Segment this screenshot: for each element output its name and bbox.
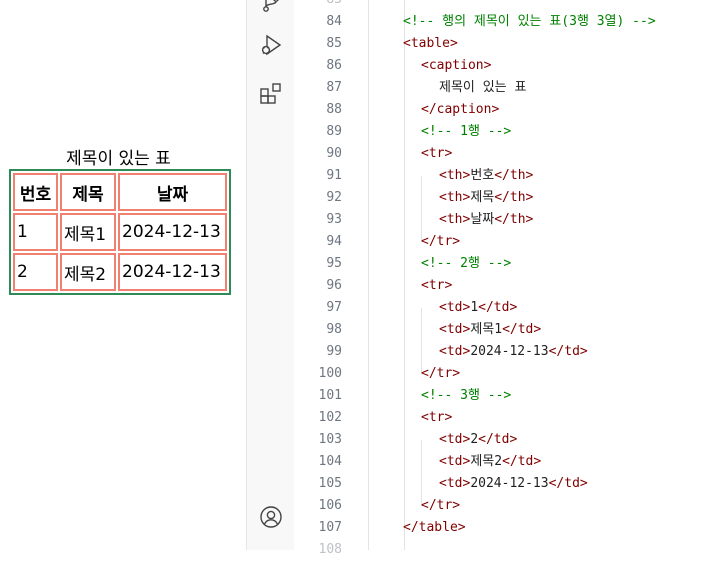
code-line: </caption> <box>421 102 500 117</box>
line-number: 104 <box>318 454 342 469</box>
table-row: 번호 제목 날짜 <box>13 173 227 211</box>
html-preview-pane: 제목이 있는 표 번호 제목 날짜 1 제목1 2024-12-13 2 제목2… <box>0 0 246 550</box>
code-line: <!-- 3행 --> <box>421 388 512 403</box>
line-number: 103 <box>318 432 342 447</box>
code-line: <!-- 행의 제목이 있는 표(3행 3열) --> <box>403 14 656 29</box>
code-line: </tr> <box>421 234 461 249</box>
table-caption: 제목이 있는 표 <box>66 149 171 169</box>
table-cell: 제목2 <box>60 253 116 291</box>
line-number: 107 <box>318 520 342 535</box>
code-line: </tr> <box>421 498 461 513</box>
line-number: 94 <box>326 234 342 249</box>
line-number: 89 <box>326 124 342 139</box>
line-number: 87 <box>326 80 342 95</box>
line-number: 105 <box>318 476 342 491</box>
code-line: <tr> <box>421 410 453 425</box>
code-line: </tr> <box>421 366 461 381</box>
code-line: <td>2</td> <box>439 432 518 447</box>
code-line: <tr> <box>421 278 453 293</box>
code-line: <caption> <box>421 58 492 73</box>
code-line: <table> <box>403 36 458 51</box>
code-line: <th>제목</th> <box>439 190 534 205</box>
code-line: <td>1</td> <box>439 300 518 315</box>
indent-guide <box>404 0 405 550</box>
line-number: 83 <box>294 0 342 11</box>
table-cell: 2 <box>13 253 58 291</box>
preview-table: 번호 제목 날짜 1 제목1 2024-12-13 2 제목2 2024-12-… <box>9 169 231 295</box>
code-line: <th>번호</th> <box>439 168 534 183</box>
code-line: <td>2024-12-13</td> <box>439 344 588 359</box>
table-cell: 2024-12-13 <box>118 213 227 251</box>
source-control-icon[interactable] <box>259 0 283 14</box>
header-cell: 날짜 <box>118 173 227 211</box>
line-number-gutter: 83 84 85 86 87 88 89 90 91 92 93 94 95 96 97 98 99 100 101… <box>294 0 348 557</box>
line-number: 95 <box>326 256 342 271</box>
indent-guide <box>368 0 369 550</box>
table-row: 2 제목2 2024-12-13 <box>13 253 227 291</box>
header-cell: 번호 <box>13 173 58 211</box>
line-number: 93 <box>326 212 342 227</box>
account-icon[interactable] <box>259 505 283 529</box>
line-number: 88 <box>326 102 342 117</box>
line-number: 99 <box>326 344 342 359</box>
line-number: 90 <box>326 146 342 161</box>
header-cell: 제목 <box>60 173 116 211</box>
line-number: 100 <box>318 366 342 381</box>
code-editor[interactable]: <!-- 행의 제목이 있는 표(3행 3열) --> <table> <capti… <box>348 0 725 550</box>
line-number: 84 <box>326 14 342 29</box>
code-line: <td>2024-12-13</td> <box>439 476 588 491</box>
line-number: 91 <box>326 168 342 183</box>
code-line: <tr> <box>421 146 453 161</box>
line-number: 97 <box>326 300 342 315</box>
line-number: 108 <box>318 542 342 557</box>
code-line: </table> <box>403 520 466 535</box>
activity-bar <box>246 0 295 550</box>
extensions-icon[interactable] <box>259 82 283 106</box>
line-number: 98 <box>326 322 342 337</box>
line-number: 86 <box>326 58 342 73</box>
code-line: <td>제목2</td> <box>439 454 542 469</box>
table-cell: 2024-12-13 <box>118 253 227 291</box>
table-cell: 1 <box>13 213 58 251</box>
code-line: <td>제목1</td> <box>439 322 542 337</box>
table-cell: 제목1 <box>60 213 116 251</box>
table-row: 1 제목1 2024-12-13 <box>13 213 227 251</box>
code-line: 제목이 있는 표 <box>439 80 527 95</box>
code-line: <!-- 1행 --> <box>421 124 512 139</box>
code-line: <!-- 2행 --> <box>421 256 512 271</box>
line-number: 96 <box>326 278 342 293</box>
line-number: 92 <box>326 190 342 205</box>
code-line: <th>날짜</th> <box>439 212 534 227</box>
line-number: 85 <box>326 36 342 51</box>
line-number: 102 <box>318 410 342 425</box>
run-debug-icon[interactable] <box>259 33 283 57</box>
line-number: 106 <box>318 498 342 513</box>
line-number: 101 <box>318 388 342 403</box>
